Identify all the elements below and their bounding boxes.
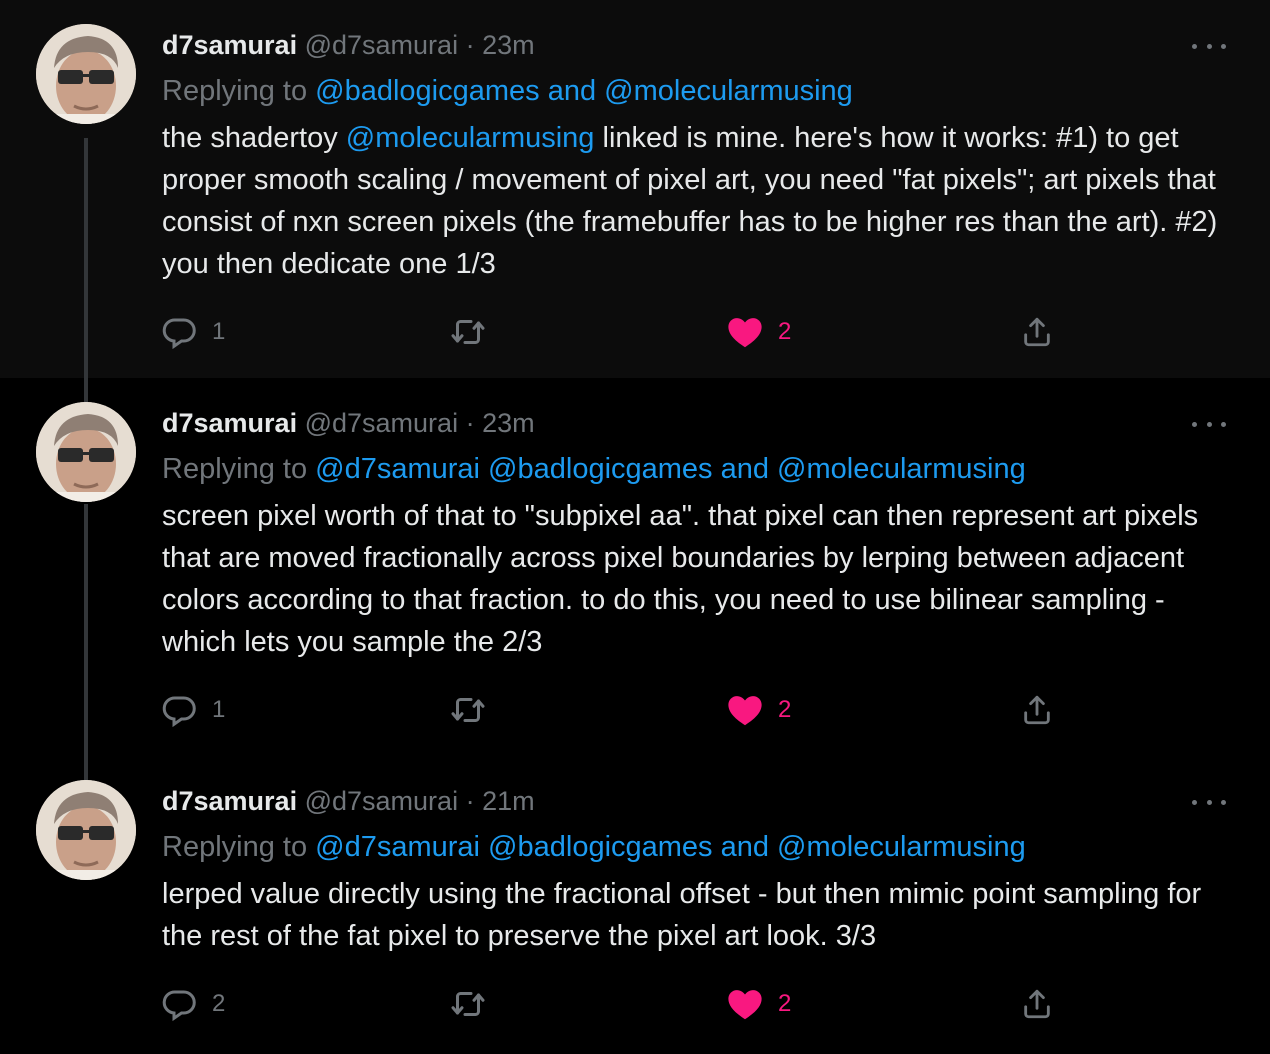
like-count: 2 xyxy=(778,990,792,1017)
heart-icon xyxy=(726,985,764,1023)
timestamp[interactable]: 23m xyxy=(482,30,535,60)
action-bar: 1 2 xyxy=(162,690,1062,730)
like-count: 2 xyxy=(778,696,792,723)
author-handle[interactable]: @d7samurai xyxy=(305,786,458,816)
heart-icon xyxy=(726,313,764,351)
retweet-button[interactable] xyxy=(450,984,486,1024)
separator: · xyxy=(465,786,475,816)
reply-icon xyxy=(162,986,198,1022)
retweet-button[interactable] xyxy=(450,690,486,730)
author-name[interactable]: d7samurai xyxy=(162,786,297,816)
tweet-text-part: the shadertoy xyxy=(162,122,346,154)
separator: · xyxy=(465,408,475,438)
author-name[interactable]: d7samurai xyxy=(162,30,297,60)
author-name[interactable]: d7samurai xyxy=(162,408,297,438)
avatar[interactable] xyxy=(36,402,136,502)
timestamp[interactable]: 21m xyxy=(482,786,535,816)
retweet-icon xyxy=(450,314,486,350)
retweet-button[interactable] xyxy=(450,312,486,352)
reply-button[interactable]: 1 xyxy=(162,312,225,352)
replying-label: Replying to xyxy=(162,453,308,485)
tweet-text: the shadertoy @molecularmusing linked is… xyxy=(162,117,1232,285)
tweet-text: lerped value directly using the fraction… xyxy=(162,878,1202,952)
like-button[interactable]: 2 xyxy=(726,312,791,352)
like-button[interactable]: 2 xyxy=(726,984,791,1024)
thread-line xyxy=(84,378,88,402)
avatar[interactable] xyxy=(36,780,136,880)
replying-label: Replying to xyxy=(162,75,308,107)
replying-mentions[interactable]: @d7samurai @badlogicgames and @molecular… xyxy=(315,453,1026,485)
replying-to: Replying to @d7samurai @badlogicgames an… xyxy=(162,829,1026,865)
tweet-1[interactable]: d7samurai @d7samurai · 23m Replying to @… xyxy=(0,0,1270,378)
share-icon xyxy=(1020,693,1054,727)
reply-count: 1 xyxy=(212,318,226,345)
reply-count: 1 xyxy=(212,696,226,723)
tweet-3[interactable]: d7samurai @d7samurai · 21m Replying to @… xyxy=(0,756,1270,1054)
avatar[interactable] xyxy=(36,24,136,124)
reply-button[interactable]: 1 xyxy=(162,690,225,730)
timestamp[interactable]: 23m xyxy=(482,408,535,438)
tweet-header: d7samurai @d7samurai · 23m xyxy=(162,406,535,440)
action-bar: 2 2 xyxy=(162,984,1062,1024)
thread-line xyxy=(84,138,88,378)
avatar-image xyxy=(36,24,136,124)
more-icon[interactable] xyxy=(1192,792,1226,812)
reply-icon xyxy=(162,692,198,728)
avatar-image xyxy=(36,402,136,502)
thread-line xyxy=(84,756,88,780)
replying-mentions[interactable]: @badlogicgames and @molecularmusing xyxy=(315,75,853,107)
avatar-image xyxy=(36,780,136,880)
author-handle[interactable]: @d7samurai xyxy=(305,30,458,60)
share-icon xyxy=(1020,987,1054,1021)
tweet-text: screen pixel worth of that to "subpixel … xyxy=(162,500,1199,658)
share-button[interactable] xyxy=(1020,984,1054,1024)
replying-to: Replying to @d7samurai @badlogicgames an… xyxy=(162,451,1026,487)
replying-to: Replying to @badlogicgames and @molecula… xyxy=(162,73,853,109)
like-count: 2 xyxy=(778,318,792,345)
tweet-2[interactable]: d7samurai @d7samurai · 23m Replying to @… xyxy=(0,378,1270,756)
share-button[interactable] xyxy=(1020,312,1054,352)
heart-icon xyxy=(726,691,764,729)
share-icon xyxy=(1020,315,1054,349)
reply-button[interactable]: 2 xyxy=(162,984,225,1024)
replying-mentions[interactable]: @d7samurai @badlogicgames and @molecular… xyxy=(315,831,1026,863)
mention-link[interactable]: @molecularmusing xyxy=(346,122,595,154)
share-button[interactable] xyxy=(1020,690,1054,730)
tweet-header: d7samurai @d7samurai · 23m xyxy=(162,28,535,62)
more-icon[interactable] xyxy=(1192,36,1226,56)
reply-icon xyxy=(162,314,198,350)
thread-line xyxy=(84,504,88,756)
reply-count: 2 xyxy=(212,990,226,1017)
retweet-icon xyxy=(450,986,486,1022)
like-button[interactable]: 2 xyxy=(726,690,791,730)
separator: · xyxy=(465,30,475,60)
action-bar: 1 2 xyxy=(162,312,1062,352)
more-icon[interactable] xyxy=(1192,414,1226,434)
author-handle[interactable]: @d7samurai xyxy=(305,408,458,438)
replying-label: Replying to xyxy=(162,831,308,863)
tweet-header: d7samurai @d7samurai · 21m xyxy=(162,784,535,818)
retweet-icon xyxy=(450,692,486,728)
